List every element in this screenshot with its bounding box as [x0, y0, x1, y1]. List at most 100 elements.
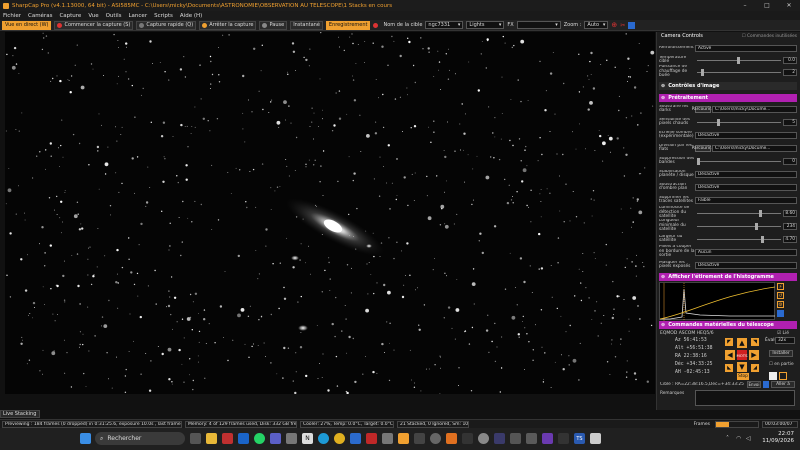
stop-button[interactable]: Stop [737, 373, 749, 380]
link-checkbox[interactable]: ☑ Lié [777, 331, 789, 336]
menu-fichier[interactable]: Fichier [3, 13, 21, 19]
dark-path-select[interactable]: C:\Users\micky\Docume... [712, 105, 797, 113]
home-icon[interactable] [779, 372, 787, 380]
app-orange-icon[interactable] [446, 433, 457, 444]
center-button[interactable]: MOTS [737, 350, 748, 360]
taskbar-search[interactable]: ⌕ Rechercher [95, 432, 185, 445]
frame-type-select[interactable]: Lights ▾ [466, 21, 505, 29]
quick-capture-button[interactable]: Capture rapide (Q) [136, 20, 197, 30]
start-capture-button[interactable]: Commencer la capture (S) [54, 20, 134, 30]
zoom-select[interactable]: Auto ▾ [584, 21, 609, 29]
teams-icon[interactable] [270, 433, 281, 444]
tray-chevron-icon[interactable]: ˄ [726, 435, 729, 442]
app-ts-icon[interactable]: TS [574, 433, 585, 444]
slew-east-button[interactable]: ▶ [749, 350, 759, 360]
detect-slider[interactable]: 8.60 [695, 209, 797, 217]
close-button[interactable]: ✕ [778, 0, 800, 11]
menu-aide[interactable]: Aide (H) [180, 13, 202, 19]
slew-south-button[interactable]: ▼ [737, 362, 747, 372]
file-explorer-icon[interactable] [206, 433, 217, 444]
width-slider[interactable]: 4.70 [695, 235, 797, 243]
send-button[interactable]: Envoi [747, 381, 761, 388]
widgets-icon[interactable] [190, 433, 201, 444]
app-doc-icon[interactable] [590, 433, 601, 444]
settings-gear-icon[interactable] [430, 433, 441, 444]
notion-icon[interactable]: N [302, 433, 313, 444]
stop-capture-button[interactable]: Arrêter la capture [199, 20, 257, 30]
settings-icon[interactable]: ⚙ [777, 301, 784, 308]
slew-se-button[interactable]: ◢ [751, 364, 759, 372]
menu-outils[interactable]: Outils [106, 13, 122, 19]
app-globe-icon[interactable] [478, 433, 489, 444]
app-cube-icon[interactable] [510, 433, 521, 444]
app-red-icon[interactable] [366, 433, 377, 444]
telescope-app-icon[interactable] [286, 433, 297, 444]
flat-browse-button[interactable]: Parcourir... [692, 144, 714, 152]
sharpcap-icon[interactable] [398, 433, 409, 444]
volume-icon[interactable]: ◁ [746, 435, 751, 442]
maximize-button[interactable]: □ [756, 0, 778, 11]
target-temp-slider[interactable]: 0.0 [695, 56, 797, 64]
edge-icon[interactable] [318, 433, 329, 444]
live-stacking-tab[interactable]: Live Stacking [0, 410, 40, 418]
menu-lancer[interactable]: Lancer [128, 13, 147, 19]
hide-unused-checkbox[interactable]: ☐ Commandes inutilisées [742, 34, 797, 39]
app-key-icon[interactable] [526, 433, 537, 444]
auto-stretch-icon[interactable]: ⚡ [777, 283, 784, 290]
app-chart-icon[interactable] [494, 433, 505, 444]
cooling-select[interactable]: Activé [695, 44, 797, 52]
histogram-plot[interactable] [659, 282, 776, 321]
windows-start-icon[interactable] [80, 433, 91, 444]
app-purple-icon[interactable] [542, 433, 553, 444]
flat-path-select[interactable]: C:\Users\micky\Docume... [712, 144, 797, 152]
slew-west-button[interactable]: ◀ [725, 350, 735, 360]
tracking-checkbox[interactable]: ☐ en partie [769, 362, 794, 367]
terminal-icon[interactable] [558, 433, 569, 444]
chrome-icon[interactable] [334, 433, 345, 444]
save-icon[interactable] [777, 310, 784, 317]
amp-glow-select[interactable]: Désactivé [695, 183, 797, 191]
slew-ne-button[interactable]: ◥ [751, 338, 759, 346]
menu-capture[interactable]: Capture [59, 13, 81, 19]
planetarium-icon[interactable] [763, 381, 769, 388]
hot-pixel-slider[interactable]: 5 [695, 118, 797, 126]
live-view-button[interactable]: Vue en direct (W) [2, 20, 52, 30]
stellarium-icon[interactable] [414, 433, 425, 444]
heater-slider[interactable]: 2 [695, 68, 797, 76]
tools-icon[interactable]: ✂ [620, 22, 625, 29]
border-select[interactable]: Aucun [695, 248, 797, 256]
speed-select[interactable]: 32x [775, 337, 795, 344]
goto-button[interactable]: Aller à [771, 381, 795, 388]
slew-north-button[interactable]: ▲ [737, 338, 747, 348]
menu-scripts[interactable]: Scripts [154, 13, 173, 19]
histogram-header[interactable]: ⊖ Afficher l'étirement de l'histogramme [659, 273, 797, 281]
park-icon[interactable] [769, 372, 777, 380]
preprocessing-header[interactable]: ⊖ Prétraitement [659, 94, 797, 102]
calendar-icon[interactable] [222, 433, 233, 444]
image-controls-header[interactable]: ⊖ Contrôles d'image [659, 82, 797, 90]
minimize-button[interactable]: – [734, 0, 756, 11]
taskbar-clock[interactable]: 22:07 11/09/2026 [762, 431, 794, 445]
menu-vue[interactable]: Vue [88, 13, 98, 19]
snapshot-button[interactable]: Instantané [290, 20, 323, 30]
fx-select[interactable]: ▾ [516, 21, 561, 29]
script-icon[interactable] [628, 21, 636, 29]
save-button[interactable]: Enregistrement [325, 20, 371, 30]
install-button[interactable]: Installer [769, 350, 793, 357]
menu-cameras[interactable]: Caméras [28, 13, 52, 19]
mask-select[interactable]: Désactivé [695, 261, 797, 269]
slew-nw-button[interactable]: ◤ [725, 338, 733, 346]
camera-app-icon[interactable] [382, 433, 393, 444]
target-input[interactable]: ngc7331 ▾ [425, 21, 464, 29]
min-len-slider[interactable]: 234 [695, 222, 797, 230]
dark-browse-button[interactable]: Parcourir... [692, 105, 714, 113]
wifi-icon[interactable]: ◠ [736, 435, 741, 442]
image-viewport[interactable] [5, 32, 655, 394]
planet-select[interactable]: Désactivé [695, 170, 797, 178]
mail-icon[interactable] [238, 433, 249, 444]
banding-slider[interactable]: 0 [695, 157, 797, 165]
whatsapp-icon[interactable] [254, 433, 265, 444]
app-dark-icon[interactable] [462, 433, 473, 444]
dark-scale-select[interactable]: Désactivé [695, 131, 797, 139]
reset-icon[interactable]: ↺ [777, 292, 784, 299]
